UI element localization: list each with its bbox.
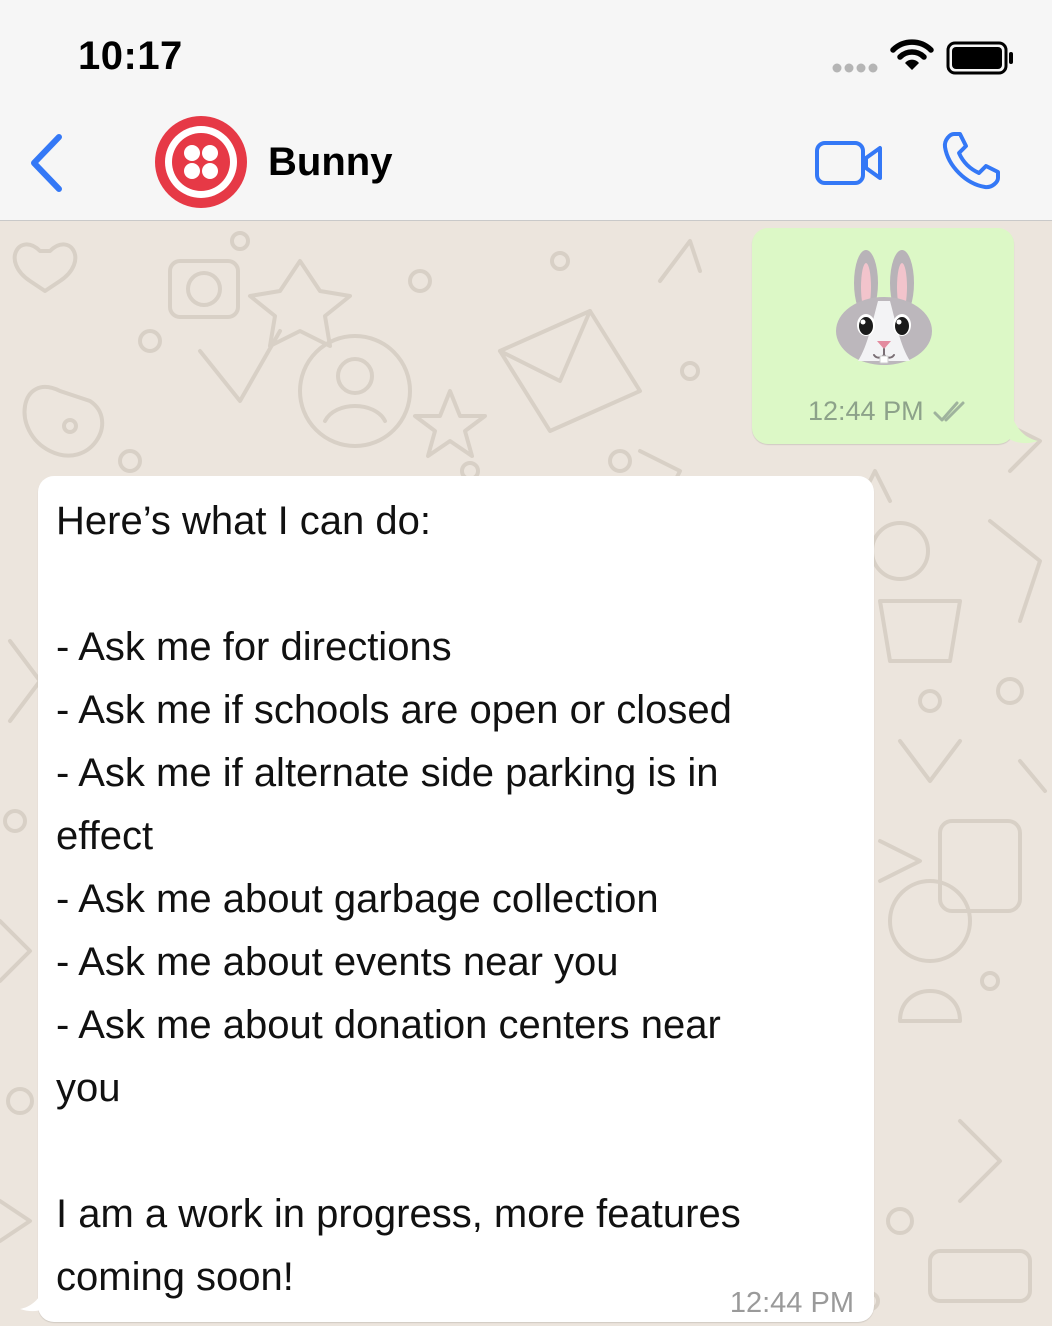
outgoing-message-meta: 12:44 PM — [808, 396, 972, 427]
message-line: I am a work in progress, more features — [56, 1192, 741, 1236]
message-line: - Ask me for directions — [56, 625, 452, 669]
wifi-icon — [890, 39, 934, 70]
status-bar: 10:17 — [0, 0, 1052, 100]
chat-area[interactable]: 12:44 PM Here’s what I can do: - Ask me … — [0, 221, 1052, 1326]
message-line: - Ask me if alternate side parking is in — [56, 751, 719, 795]
bunny-emoji-icon — [836, 250, 932, 365]
chat-header: Bunny — [0, 100, 1052, 221]
message-line: - Ask me about donation centers near — [56, 1003, 721, 1047]
video-call-icon[interactable] — [814, 138, 884, 188]
message-line: - Ask me if schools are open or closed — [56, 688, 732, 732]
message-line — [56, 553, 856, 616]
double-check-read-icon — [933, 401, 965, 421]
status-time: 10:17 — [78, 34, 183, 78]
incoming-message-time: 12:44 PM — [729, 1287, 854, 1319]
outgoing-bubble-tail — [1006, 421, 1038, 444]
message-line — [56, 1120, 856, 1183]
message-line: you — [56, 1066, 121, 1110]
back-chevron-icon[interactable] — [26, 132, 66, 194]
contact-avatar[interactable] — [155, 116, 247, 208]
chat-screen: 10:17 Bunny 12:44 PM Here’s what I can d… — [0, 0, 1052, 1326]
cellular-signal-icon — [832, 63, 878, 73]
message-line: - Ask me about events near you — [56, 940, 619, 984]
battery-icon — [946, 41, 1013, 75]
phone-call-icon[interactable] — [940, 130, 1002, 192]
incoming-message-text: Here’s what I can do: - Ask me for direc… — [56, 490, 856, 1309]
contact-name[interactable]: Bunny — [268, 140, 392, 185]
incoming-bubble-tail — [20, 1289, 52, 1312]
message-line: Here’s what I can do: — [56, 499, 432, 543]
message-line: - Ask me about garbage collection — [56, 877, 659, 921]
incoming-message-bubble[interactable]: Here’s what I can do: - Ask me for direc… — [38, 476, 874, 1322]
message-line: effect — [56, 814, 154, 858]
outgoing-message-time: 12:44 PM — [808, 396, 924, 426]
